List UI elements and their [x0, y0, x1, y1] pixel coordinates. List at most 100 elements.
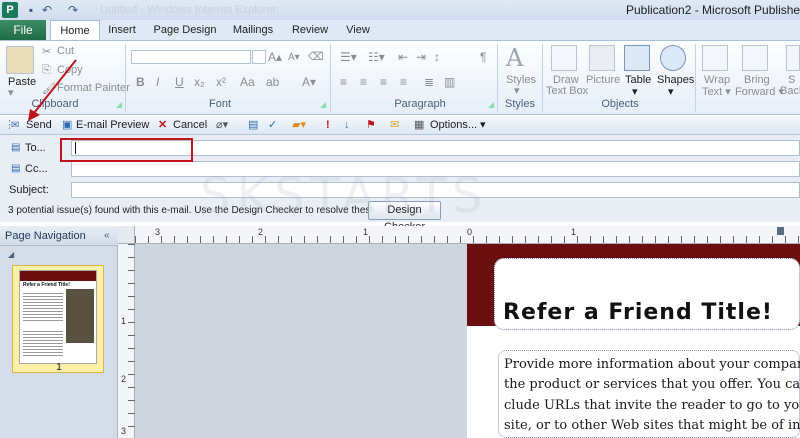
cc-address-book-icon: ▤: [11, 163, 21, 174]
bring-forward-label-2[interactable]: Forward ▾: [735, 85, 784, 98]
follow-up-flag-icon[interactable]: ▰▾: [292, 118, 306, 133]
grow-font-icon[interactable]: A▴: [268, 50, 282, 64]
thumbnail-text-block: [23, 329, 63, 357]
font-name-box[interactable]: [131, 50, 251, 64]
options-dropdown-icon[interactable]: ▾: [480, 118, 486, 133]
italic-icon[interactable]: I: [156, 75, 159, 89]
draw-text-box-icon: [551, 45, 577, 71]
attach-file-icon[interactable]: ⌀▾: [216, 118, 228, 133]
low-importance-icon[interactable]: ↓: [344, 118, 350, 133]
table-dropdown-icon[interactable]: ▾: [632, 85, 638, 98]
publisher-app-icon[interactable]: P: [2, 2, 18, 18]
styles-icon: A: [506, 44, 524, 72]
styles-dropdown-icon[interactable]: ▾: [514, 84, 520, 97]
draw-text-box-label-2[interactable]: Text Box: [546, 85, 588, 97]
tab-review[interactable]: Review: [288, 20, 332, 40]
paragraph-group-label: Paragraph: [394, 98, 446, 110]
paragraph-launcher-icon[interactable]: ◢: [488, 100, 494, 109]
clipboard-launcher-icon[interactable]: ◢: [116, 100, 122, 109]
undo-icon[interactable]: ↶: [40, 3, 54, 17]
ruler-label: 2: [121, 374, 127, 384]
decrease-indent-icon[interactable]: ⇤: [398, 50, 408, 64]
font-name-dropdown-icon[interactable]: [252, 50, 266, 64]
envelope-icon[interactable]: ✉: [390, 118, 399, 133]
bold-icon[interactable]: B: [136, 75, 145, 89]
font-launcher-icon[interactable]: ◢: [320, 100, 326, 109]
show-paragraph-marks-icon[interactable]: ¶: [480, 50, 486, 64]
options-icon: ▦: [414, 119, 425, 131]
subject-label: Subject:: [9, 184, 49, 196]
ruler-label: 1: [121, 316, 127, 326]
to-field-highlight-annotation: [60, 138, 193, 162]
align-right-icon[interactable]: ≡: [380, 75, 387, 89]
styles-group-label: Styles: [505, 98, 535, 110]
page-thumbnail[interactable]: Refer a Friend Title! 1: [12, 265, 104, 373]
save-icon[interactable]: ▪: [24, 3, 38, 17]
cc-button[interactable]: Cc...: [25, 163, 48, 175]
underline-icon[interactable]: U: [175, 75, 184, 89]
thumbnail-banner: [20, 271, 96, 281]
highlight-icon[interactable]: ab: [266, 75, 279, 89]
ruler-ticks: [135, 236, 800, 243]
ribbon-separator: [542, 44, 543, 112]
tab-file[interactable]: File: [0, 20, 46, 40]
increase-indent-icon[interactable]: ⇥: [416, 50, 426, 64]
annotation-arrow-line: [33, 59, 77, 114]
window-title: Publication2 - Microsoft Publisher: [626, 3, 800, 17]
shapes-icon: [660, 45, 686, 71]
subscript-icon[interactable]: x₂: [194, 75, 205, 89]
to-button[interactable]: To...: [25, 142, 46, 154]
picture-button[interactable]: Picture: [586, 74, 620, 86]
section-expand-icon[interactable]: ◢: [8, 250, 14, 259]
table-button[interactable]: Table: [625, 74, 651, 86]
ruler-corner: [118, 226, 135, 244]
font-color-icon[interactable]: A▾: [302, 75, 316, 89]
tab-insert[interactable]: Insert: [104, 20, 140, 40]
body-text-line: site, or to other Web sites that might b…: [504, 418, 800, 433]
flag-icon[interactable]: ⚑: [366, 118, 376, 133]
high-importance-icon[interactable]: !: [326, 118, 330, 133]
tab-view[interactable]: View: [340, 20, 376, 40]
wrap-text-icon: [702, 45, 728, 71]
justify-icon[interactable]: ≡: [400, 75, 407, 89]
change-case-icon[interactable]: Aa: [240, 75, 255, 89]
document-title[interactable]: Refer a Friend Title!: [503, 300, 773, 325]
ruler-indent-marker-icon[interactable]: [777, 227, 784, 235]
numbering-icon[interactable]: ☷▾: [368, 50, 385, 64]
send-backward-label-2[interactable]: Back: [780, 85, 800, 97]
redo-icon[interactable]: ↷: [66, 3, 80, 17]
superscript-icon[interactable]: x²: [216, 75, 226, 89]
send-backward-icon: [786, 45, 800, 71]
thumbnail-text-block: [23, 291, 63, 321]
font-group-label: Font: [208, 98, 231, 110]
distribute-icon[interactable]: ≣: [424, 75, 434, 89]
check-names-icon[interactable]: ✓: [268, 118, 277, 133]
align-center-icon[interactable]: ≡: [360, 75, 367, 89]
ribbon-separator: [695, 44, 696, 112]
tab-home[interactable]: Home: [50, 20, 100, 40]
ribbon-separator: [330, 44, 331, 112]
bullets-icon[interactable]: ☰▾: [340, 50, 357, 64]
thumbnail-page: Refer a Friend Title!: [19, 270, 97, 364]
page-number: 1: [56, 362, 62, 373]
clear-formatting-icon[interactable]: ⌫: [308, 50, 324, 63]
shapes-dropdown-icon[interactable]: ▾: [668, 85, 674, 98]
address-book-icon[interactable]: ▤: [248, 118, 258, 133]
page-navigation-title: Page Navigation: [0, 226, 118, 246]
thumbnail-photo: [66, 289, 94, 343]
wrap-text-label-2[interactable]: Text ▾: [702, 85, 731, 98]
shrink-font-icon[interactable]: A▾: [288, 52, 300, 63]
align-left-icon[interactable]: ≡: [340, 75, 347, 89]
tab-page-design[interactable]: Page Design: [150, 20, 220, 40]
collapse-pane-icon[interactable]: «: [104, 230, 110, 241]
table-icon: [624, 45, 650, 71]
column-icon[interactable]: ▥: [444, 75, 455, 89]
tab-mailings[interactable]: Mailings: [228, 20, 278, 40]
cancel-button[interactable]: Cancel: [173, 118, 207, 133]
options-button[interactable]: Options...: [430, 118, 477, 133]
line-spacing-icon[interactable]: ↕: [434, 50, 440, 64]
body-text-line: Provide more information about your comp…: [504, 357, 800, 372]
styles-button[interactable]: Styles: [506, 74, 536, 86]
shapes-button[interactable]: Shapes: [657, 74, 694, 86]
annotation-arrow-head: [28, 109, 40, 121]
